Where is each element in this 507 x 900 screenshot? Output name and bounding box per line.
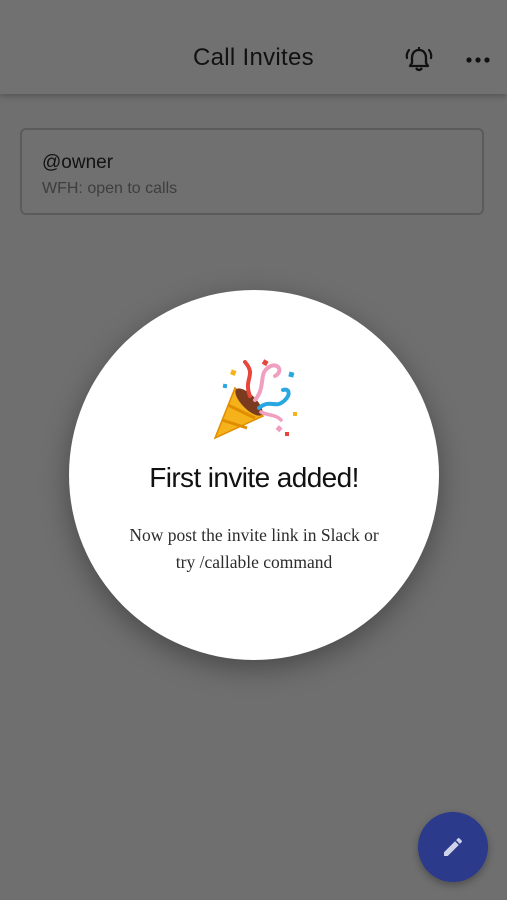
more-options-icon[interactable] — [462, 48, 494, 72]
pencil-icon — [444, 837, 462, 856]
bell-ring-icon[interactable] — [403, 44, 435, 76]
app-bar: Call Invites — [0, 0, 507, 94]
dialog-title: First invite added! — [149, 462, 359, 493]
status-card[interactable]: @owner WFH: open to calls — [20, 128, 484, 215]
status-owner-handle: @owner — [42, 152, 114, 173]
status-message: WFH: open to calls — [42, 180, 178, 197]
dialog-message: Now post the invite link in Slack or try… — [109, 522, 399, 576]
dialog-message-line: try /callable command — [175, 552, 333, 572]
success-dialog: First invite added! Now post the invite … — [69, 290, 439, 660]
dialog-message-line: Now post the invite link in Slack or — [129, 525, 379, 545]
compose-button[interactable] — [418, 812, 488, 882]
party-popper-icon — [205, 358, 305, 448]
